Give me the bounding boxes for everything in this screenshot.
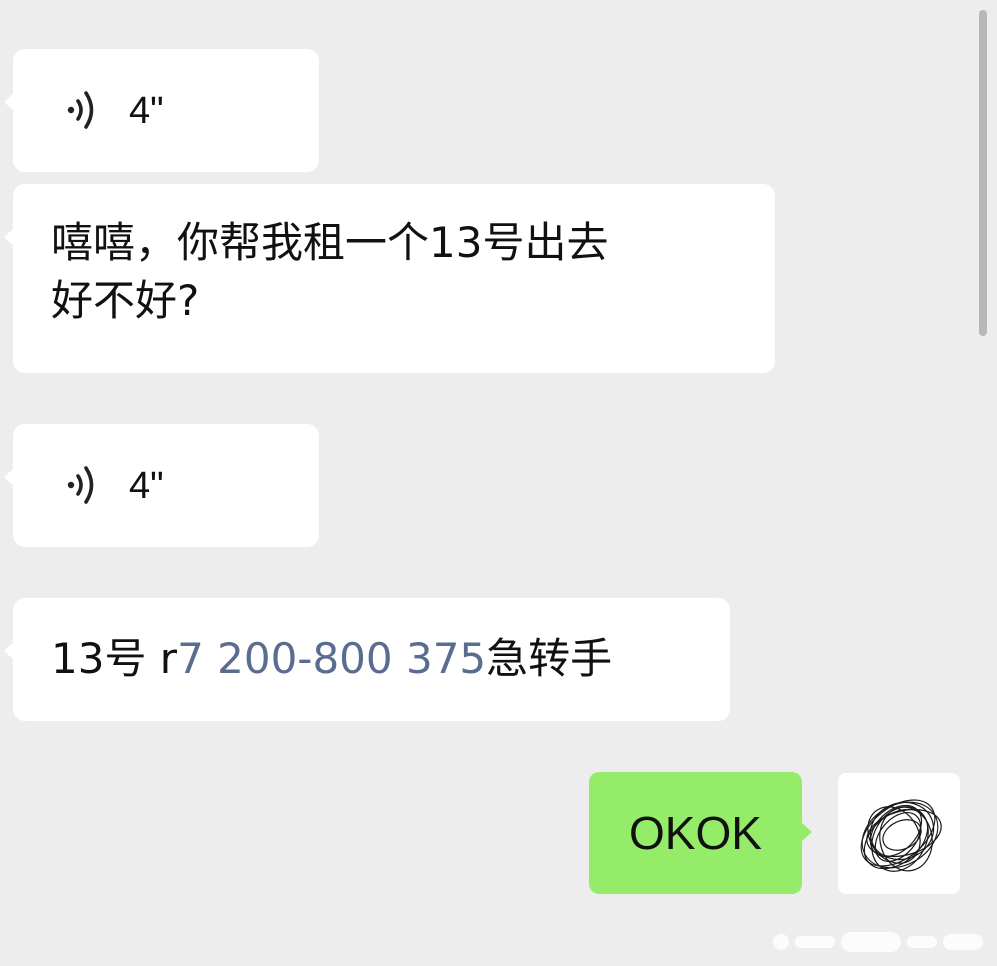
phone-number-link[interactable]: 7 200-800 375 bbox=[177, 634, 486, 683]
voice-duration: 4" bbox=[129, 90, 164, 132]
scrollbar[interactable] bbox=[979, 10, 987, 336]
watermark-logo bbox=[773, 932, 983, 952]
avatar[interactable] bbox=[838, 773, 960, 894]
chat-window: 4" 嘻嘻，你帮我租一个13号出去 好不好? 4" 13号 r7 200-800… bbox=[0, 0, 997, 966]
voice-message-bubble[interactable]: 4" bbox=[4, 424, 319, 547]
outgoing-message-text: OKOK bbox=[629, 807, 762, 859]
outgoing-message-bubble[interactable]: OKOK bbox=[589, 772, 812, 894]
message-line: 好不好? bbox=[51, 276, 200, 325]
message-text: 13号 r bbox=[51, 634, 178, 683]
scribble-avatar-icon bbox=[860, 799, 942, 872]
voice-message-bubble[interactable]: 4" bbox=[4, 49, 319, 172]
message-line: 嘻嘻，你帮我租一个13号出去 bbox=[51, 218, 609, 267]
text-message-bubble[interactable]: 嘻嘻，你帮我租一个13号出去 好不好? bbox=[4, 184, 775, 373]
text-message-bubble[interactable]: 13号 r7 200-800 375急转手 bbox=[4, 598, 730, 721]
voice-duration: 4" bbox=[129, 465, 164, 507]
voice-icon bbox=[67, 466, 94, 504]
voice-icon bbox=[67, 91, 94, 129]
message-text: 急转手 bbox=[486, 634, 613, 683]
